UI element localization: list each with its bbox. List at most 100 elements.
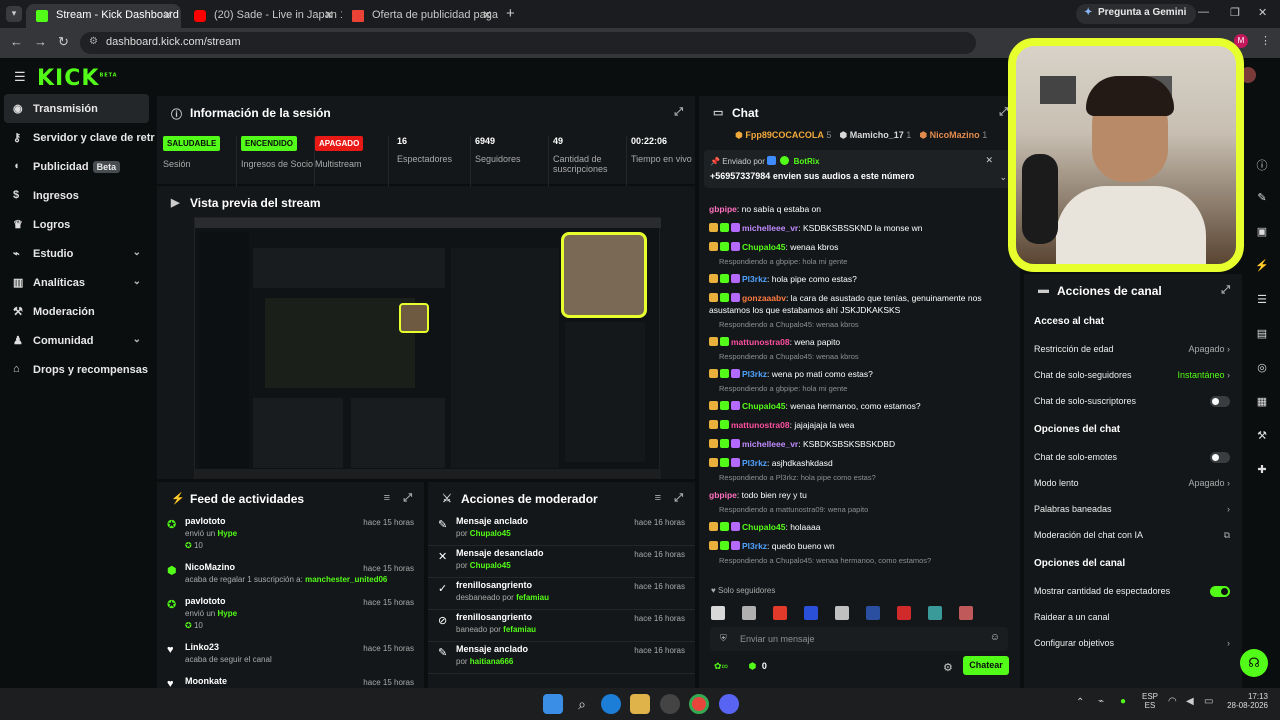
emote-icon[interactable] — [928, 606, 942, 620]
lightning-icon[interactable]: ⚡ — [1244, 250, 1280, 284]
sidebar-item-comunidad[interactable]: ♟ Comunidad ⌄ — [0, 326, 155, 355]
toggle-switch[interactable] — [1210, 452, 1230, 463]
chat-username[interactable]: Pl3rkz — [742, 541, 767, 551]
expand-icon[interactable]: ⤢ — [1221, 284, 1230, 297]
chat-username[interactable]: gbpipe — [709, 490, 737, 500]
emote-icon[interactable] — [742, 606, 756, 620]
feed-item[interactable]: ♥ Linko23 acaba de seguir el canal hace 15 … — [157, 642, 424, 674]
feed-item[interactable]: ✪ pavlototo envió un Hype ✪ 10 hace 15 horas — [157, 516, 424, 560]
close-tab-icon[interactable]: ✕ — [482, 8, 492, 22]
close-window-icon[interactable]: ✕ — [1258, 6, 1267, 19]
channel-action-row[interactable]: Modo lento Apagado › — [1024, 470, 1242, 496]
chat-input[interactable]: ⛨ Enviar un mensaje ☺ — [710, 627, 1008, 651]
discord-icon[interactable] — [719, 694, 739, 714]
emote-icon[interactable] — [866, 606, 880, 620]
chat-message[interactable]: Chupalo45: wenaa kbros — [699, 241, 1020, 253]
hammer-icon[interactable]: ⚒ — [1244, 420, 1280, 454]
channel-action-row[interactable]: Moderación del chat con IA ⧉ — [1024, 522, 1242, 548]
top-gifter[interactable]: ⬢ Mamicho_17 1 — [839, 130, 911, 140]
chat-username[interactable]: michelleee_vr — [742, 223, 798, 233]
expand-icon[interactable]: ⤢ — [999, 106, 1008, 119]
chat-username[interactable]: Pl3rkz — [742, 274, 767, 284]
sidebar-item-publicidad[interactable]: ◖ Publicidad Beta — [0, 152, 155, 181]
feed-item[interactable]: ⬢ NicoMazino acaba de regalar 1 suscripció… — [157, 562, 424, 594]
mod-action-item[interactable]: ✕ Mensaje desanclado por Chupalo45 hace 16 … — [428, 548, 695, 578]
chat-message[interactable]: gbpipe: todo bien rey y tu — [699, 489, 1020, 501]
emote-icon[interactable] — [835, 606, 849, 620]
expand-icon[interactable]: ⤢ — [674, 492, 683, 505]
card-icon[interactable]: ▦ — [1244, 386, 1280, 420]
reload-icon[interactable]: ↻ — [58, 34, 69, 50]
channel-action-row[interactable]: Mostrar cantidad de espectadores — [1024, 578, 1242, 604]
chat-username[interactable]: Chupalo45 — [742, 401, 785, 411]
chevron-down-icon[interactable]: ⌄ — [999, 172, 1007, 183]
emote-icon[interactable] — [959, 606, 973, 620]
back-icon[interactable]: ← — [10, 34, 23, 49]
chat-username[interactable]: Pl3rkz — [742, 458, 767, 468]
sidebar-item-analíticas[interactable]: ▥ Analíticas ⌄ — [0, 268, 155, 297]
top-gifter[interactable]: ⬢ NicoMazino 1 — [919, 130, 987, 140]
filter-icon[interactable]: ≡ — [655, 492, 661, 504]
tab-youtube[interactable]: (20) Sade - Live in Japan 1986 | ✕ — [184, 4, 342, 28]
sidebar-item-servidor[interactable]: ⚷ Servidor y clave de retran — [0, 123, 155, 152]
emote-icon[interactable] — [804, 606, 818, 620]
toggle-switch[interactable] — [1210, 586, 1230, 597]
close-tab-icon[interactable]: ✕ — [324, 8, 334, 22]
sidebar-item-transmisión[interactable]: ◉ Transmisión — [4, 94, 149, 123]
tab-kick-dashboard[interactable]: Stream - Kick Dashboard ✕ — [26, 4, 181, 28]
channel-action-row[interactable]: Configurar objetivos › — [1024, 630, 1242, 656]
chat-message[interactable]: gbpipe: no sabía q estaba on — [699, 203, 1020, 215]
tab-gmail[interactable]: Oferta de publicidad paga - m ✕ — [342, 4, 500, 28]
chat-username[interactable]: Pl3rkz — [742, 369, 767, 379]
chat-message[interactable]: Pl3rkz: wena po mati como estas? — [699, 368, 1020, 380]
expand-icon[interactable]: ⤢ — [403, 492, 412, 505]
channel-action-row[interactable]: Chat de solo-seguidores Instantáneo › — [1024, 362, 1242, 388]
chat-message[interactable]: Chupalo45: holaaaa — [699, 521, 1020, 533]
chat-username[interactable]: michelleee_vr — [742, 439, 798, 449]
channel-points[interactable]: ✿∞ ⬢ 0 — [714, 661, 767, 672]
battery-icon[interactable]: ▭ — [1204, 696, 1213, 707]
chat-message[interactable]: gonzaaabv: la cara de asustado que tenía… — [699, 292, 1020, 316]
chat-username[interactable]: gonzaaabv — [742, 293, 786, 303]
toggle-switch[interactable] — [1210, 396, 1230, 407]
chat-message[interactable]: Pl3rkz: asjhdkashkdasd — [699, 457, 1020, 469]
widget-icon[interactable]: ▣ — [1244, 216, 1280, 250]
channel-action-row[interactable]: Chat de solo-suscriptores — [1024, 388, 1242, 414]
mic-icon[interactable]: ● — [1120, 696, 1126, 707]
sidebar-item-drops[interactable]: ⌂ Drops y recompensas — [0, 355, 155, 384]
channel-action-row[interactable]: Restricción de edad Apagado › — [1024, 336, 1242, 362]
expand-icon[interactable]: ⤢ — [674, 106, 683, 119]
forward-icon[interactable]: → — [34, 34, 47, 49]
chat-username[interactable]: mattunostra08 — [731, 337, 790, 347]
send-chat-button[interactable]: Chatear — [963, 656, 1009, 675]
wifi-icon[interactable]: ◠ — [1168, 696, 1177, 707]
url-input[interactable]: ⚙ dashboard.kick.com/stream — [80, 32, 976, 54]
edit-icon[interactable]: ✎ — [1244, 182, 1280, 216]
new-tab-button[interactable]: + — [506, 5, 515, 22]
volume-icon[interactable]: ◀ — [1186, 696, 1194, 707]
sidebar-item-estudio[interactable]: ⌁ Estudio ⌄ — [0, 239, 155, 268]
chat-message[interactable]: michelleee_vr: KSDBKSBSSKND la monse wn — [699, 222, 1020, 234]
windows-start-icon[interactable] — [543, 694, 563, 714]
chat-username[interactable]: Chupalo45 — [742, 242, 785, 252]
feed-item[interactable]: ✪ pavlototo envió un Hype ✪ 10 hace 15 horas — [157, 596, 424, 640]
sidebar-item-ingresos[interactable]: $ Ingresos — [0, 181, 155, 210]
site-info-icon[interactable]: ⚙ — [89, 36, 98, 47]
gemini-button[interactable]: ✦ Pregunta a Gemini — [1076, 4, 1197, 24]
sidebar-item-logros[interactable]: ♛ Logros — [0, 210, 155, 239]
chat-message[interactable]: Pl3rkz: hola pipe como estas? — [699, 273, 1020, 285]
chat-message[interactable]: Chupalo45: wenaa hermanoo, como estamos? — [699, 400, 1020, 412]
chat-username[interactable]: mattunostra08 — [731, 420, 790, 430]
puzzle-icon[interactable]: ✚ — [1244, 454, 1280, 488]
sidebar-item-moderación[interactable]: ⚒ Moderación — [0, 297, 155, 326]
mod-action-item[interactable]: ✓ frenillosangriento desbaneado por fefami… — [428, 580, 695, 610]
list-icon[interactable]: ☰ — [1244, 284, 1280, 318]
chat-message[interactable]: michelleee_vr: KSBDKSBSKSBSKDBD — [699, 438, 1020, 450]
chat-message[interactable]: mattunostra08: jajajajaja la wea — [699, 419, 1020, 431]
network-icon[interactable]: ⌁ — [1098, 696, 1104, 707]
mod-action-item[interactable]: ✎ Mensaje anclado por Chupalo45 hace 16 hor… — [428, 516, 695, 546]
emote-icon[interactable] — [897, 606, 911, 620]
chevron-up-icon[interactable]: ⌃ — [1076, 697, 1084, 708]
settings-gear-icon[interactable]: ⚙ — [943, 661, 953, 674]
chat-message[interactable]: Pl3rkz: quedo bueno wn — [699, 540, 1020, 552]
